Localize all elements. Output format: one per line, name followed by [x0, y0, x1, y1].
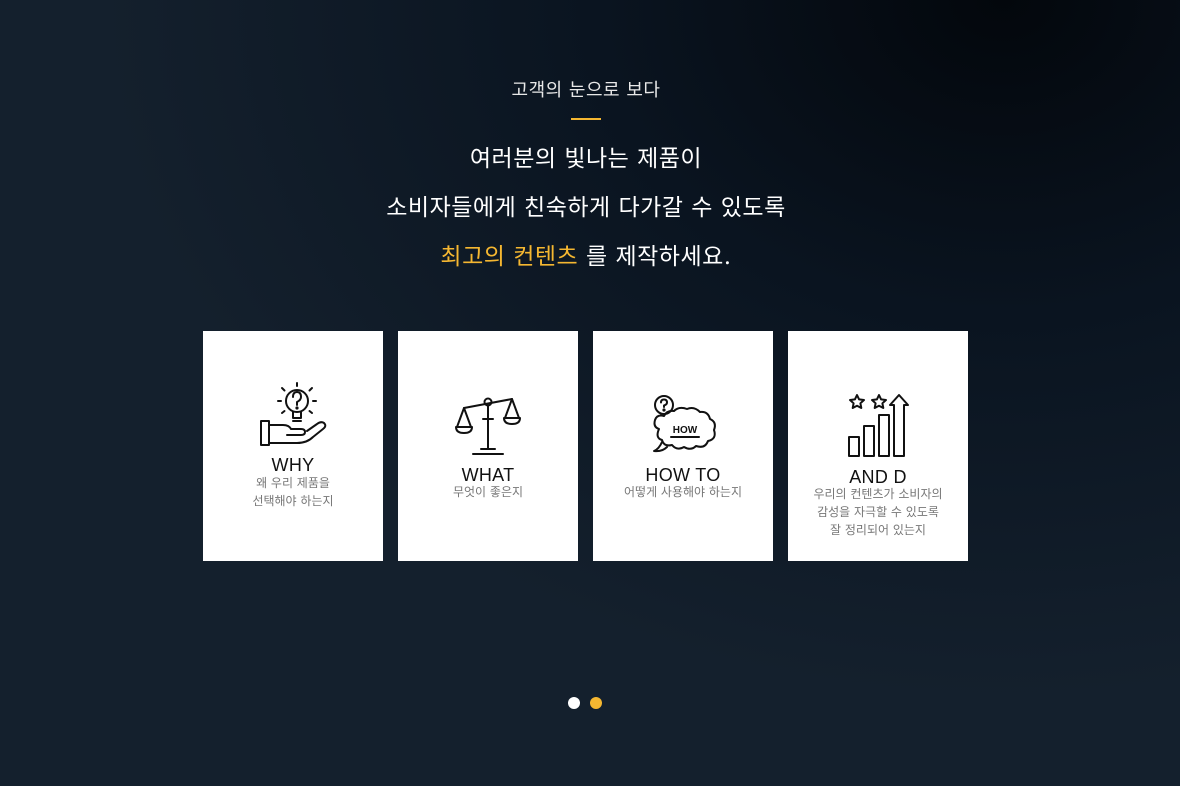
how-thought-bubble-icon: HOW: [653, 395, 716, 453]
card-description-line: 왜 우리 제품을: [256, 476, 330, 490]
headline-line-2: 소비자들에게 친숙하게 다가갈 수 있도록: [386, 195, 786, 221]
card-how-to[interactable]: HOW HOW TO 어떻게 사용해야 하는지: [593, 331, 773, 561]
card-description-line: 어떻게 사용해야 하는지: [623, 485, 743, 499]
card-description: 무엇이 좋은지: [398, 483, 578, 501]
eyebrow-divider: [571, 118, 601, 120]
card-description: 어떻게 사용해야 하는지: [593, 483, 773, 501]
card-and-d[interactable]: AND D 우리의 컨텐츠가 소비자의 감성을 자극할 수 있도록 잘 정리되어…: [788, 331, 968, 561]
card-what[interactable]: WHAT 무엇이 좋은지: [398, 331, 578, 561]
headline-line-1: 여러분의 빛나는 제품이: [469, 146, 703, 172]
svg-text:HOW: HOW: [673, 425, 698, 436]
pagination-dot-1[interactable]: [568, 697, 580, 709]
headline-line-3-rest: 를 제작하세요.: [578, 244, 732, 270]
card-description: 우리의 컨텐츠가 소비자의 감성을 자극할 수 있도록 잘 정리되어 있는지: [788, 485, 968, 539]
hero-eyebrow: 고객의 눈으로 보다: [511, 80, 661, 101]
card-why[interactable]: WHY 왜 우리 제품을 선택해야 하는지: [203, 331, 383, 561]
lightbulb-hand-icon: [260, 382, 327, 446]
card-description-line: 잘 정리되어 있는지: [830, 523, 926, 537]
card-description-line: 선택해야 하는지: [252, 494, 334, 508]
growth-chart-stars-icon: [848, 394, 909, 457]
card-description-line: 우리의 컨텐츠가 소비자의: [813, 487, 943, 501]
balance-scale-icon: [455, 397, 521, 455]
card-description-line: 감성을 자극할 수 있도록: [817, 505, 939, 519]
headline-line-3: 최고의 컨텐츠 를 제작하세요.: [0, 237, 1172, 271]
pagination-dot-2-active[interactable]: [590, 697, 602, 709]
card-title: WHY: [271, 455, 315, 475]
card-description: 왜 우리 제품을 선택해야 하는지: [203, 474, 383, 510]
card-description-line: 무엇이 좋은지: [452, 485, 524, 499]
headline-accent: 최고의 컨텐츠: [440, 244, 579, 270]
